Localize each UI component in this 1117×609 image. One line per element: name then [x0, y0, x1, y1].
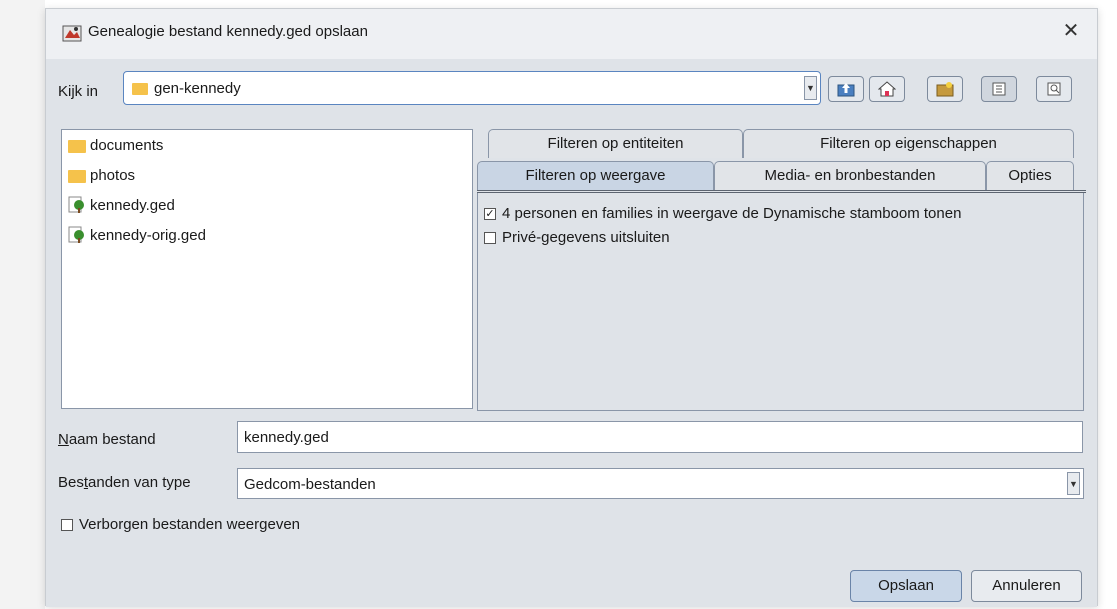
filetype-label: Bestanden van type [58, 474, 191, 491]
filetype-value: Gedcom-bestanden [244, 476, 376, 493]
family-tree-file-icon [68, 196, 84, 213]
new-folder-icon [936, 82, 954, 97]
save-button[interactable]: Opslaan [850, 570, 962, 602]
lookin-value: gen-kennedy [154, 80, 241, 97]
family-tree-file-icon [68, 226, 84, 243]
list-item[interactable]: photos [68, 164, 135, 186]
lookin-label: Kijk in [58, 83, 99, 100]
checkbox-unchecked[interactable] [484, 231, 496, 244]
new-folder-button[interactable] [927, 76, 963, 102]
list-view-icon [992, 82, 1006, 96]
filename-input[interactable]: kennedy.ged [237, 421, 1083, 453]
folder-icon [132, 83, 148, 95]
option-label: Privé-gegevens uitsluiten [502, 229, 670, 246]
file-name: documents [90, 136, 164, 154]
dialog-body: Kijk in gen-kennedy ▼ documents photos k… [46, 59, 1097, 607]
folder-icon [68, 169, 86, 183]
list-item[interactable]: documents [68, 134, 163, 156]
checkbox-checked[interactable]: ✓ [484, 207, 496, 220]
filename-value: kennedy.ged [244, 429, 329, 446]
details-view-icon [1047, 82, 1061, 96]
file-name: photos [90, 166, 136, 184]
filename-label: Naam bestand [58, 431, 156, 448]
up-folder-icon [837, 83, 855, 97]
tab-filter-entities[interactable]: Filteren op entiteiten [488, 129, 743, 158]
home-button[interactable] [869, 76, 905, 102]
tab-filter-properties[interactable]: Filteren op eigenschappen [743, 129, 1074, 158]
accessory-panel: Filteren op entiteiten Filteren op eigen… [477, 127, 1086, 411]
close-icon: ✕ [1062, 20, 1080, 42]
checkbox-unchecked[interactable] [61, 518, 73, 531]
chevron-down-icon[interactable]: ▼ [804, 76, 817, 100]
file-list[interactable]: documents photos kennedy.ged kennedy-ori… [61, 129, 473, 409]
file-name: kennedy.ged [90, 196, 175, 214]
cancel-button[interactable]: Annuleren [971, 570, 1082, 602]
list-item[interactable]: kennedy.ged [68, 194, 175, 216]
file-name: kennedy-orig.ged [90, 226, 206, 244]
save-dialog: Genealogie bestand kennedy.ged opslaan ✕… [45, 8, 1098, 607]
chevron-down-icon[interactable]: ▼ [1067, 472, 1080, 495]
title-bar: Genealogie bestand kennedy.ged opslaan ✕ [46, 9, 1097, 59]
lookin-combobox[interactable]: gen-kennedy ▼ [123, 71, 821, 105]
hidden-files-toggle[interactable]: Verborgen bestanden weergeven [61, 516, 300, 533]
home-icon [878, 81, 896, 97]
folder-icon [68, 139, 86, 153]
list-item[interactable]: kennedy-orig.ged [68, 224, 206, 246]
filetype-combobox[interactable]: Gedcom-bestanden ▼ [237, 468, 1084, 499]
list-view-button[interactable] [981, 76, 1017, 102]
option-show-in-view[interactable]: ✓ 4 personen en families in weergave de … [484, 205, 961, 222]
hidden-files-label: Verborgen bestanden weergeven [79, 516, 301, 533]
app-icon [62, 25, 82, 42]
option-label: 4 personen en families in weergave de Dy… [502, 205, 962, 222]
close-button[interactable]: ✕ [1059, 19, 1083, 43]
tab-options[interactable]: Opties [986, 161, 1074, 190]
tab-content: ✓ 4 personen en families in weergave de … [477, 193, 1084, 411]
window-title: Genealogie bestand kennedy.ged opslaan [88, 23, 368, 40]
details-view-button[interactable] [1036, 76, 1072, 102]
up-folder-button[interactable] [828, 76, 864, 102]
option-exclude-private[interactable]: Privé-gegevens uitsluiten [484, 229, 670, 246]
tab-filter-view[interactable]: Filteren op weergave [477, 161, 714, 190]
desktop-background [0, 0, 45, 609]
tab-media-sources[interactable]: Media- en bronbestanden [714, 161, 986, 190]
